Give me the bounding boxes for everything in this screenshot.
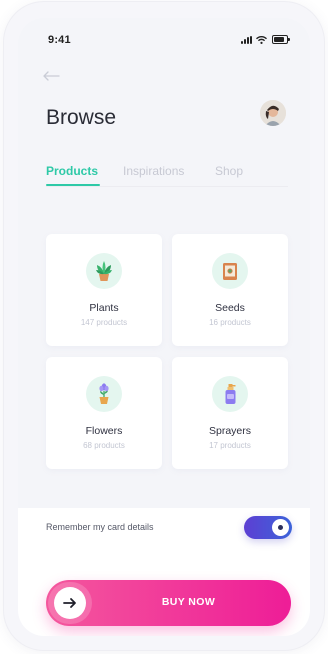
- status-time: 9:41: [48, 34, 71, 46]
- category-card-seeds[interactable]: Seeds 16 products: [172, 234, 288, 346]
- avatar[interactable]: [260, 100, 286, 126]
- seed-packet-icon: [212, 253, 248, 289]
- battery-icon: [272, 35, 290, 44]
- tab-products[interactable]: Products: [46, 164, 98, 178]
- buy-now-label: BUY NOW: [161, 596, 216, 608]
- wifi-icon: [256, 35, 267, 44]
- active-tab-indicator: [46, 184, 100, 186]
- potted-plant-icon: [86, 253, 122, 289]
- category-card-sprayers[interactable]: Sprayers 17 products: [172, 357, 288, 469]
- arrow-right-icon: [63, 598, 76, 608]
- buy-now-button[interactable]: BUY NOW: [46, 580, 291, 626]
- category-count: 147 products: [80, 318, 128, 327]
- category-count: 17 products: [209, 441, 251, 450]
- signal-icon: [241, 35, 252, 44]
- category-tabs: Products Inspirations Shop: [46, 162, 288, 187]
- category-card-flowers[interactable]: Flowers 68 products: [46, 357, 162, 469]
- back-arrow-icon[interactable]: [42, 68, 60, 82]
- toggle-knob: [272, 519, 289, 536]
- flower-pot-icon: [86, 376, 122, 412]
- category-name: Flowers: [85, 425, 123, 437]
- page-title: Browse: [46, 106, 117, 129]
- category-name: Plants: [89, 302, 119, 314]
- category-count: 68 products: [83, 441, 125, 450]
- category-name: Sprayers: [208, 425, 251, 437]
- app-screen: 9:41 Browse Products Inspirations Shop P…: [18, 18, 310, 636]
- remember-card-label: Remember my card details: [46, 522, 154, 532]
- spray-bottle-icon: [212, 376, 248, 412]
- status-icons: [241, 35, 290, 44]
- category-card-plants[interactable]: Plants 147 products: [46, 234, 162, 346]
- checkout-panel: Remember my card details BUY NOW: [18, 508, 310, 636]
- phone-frame: 9:41 Browse Products Inspirations Shop P…: [4, 2, 324, 650]
- remember-card-toggle[interactable]: [244, 516, 292, 539]
- tab-shop[interactable]: Shop: [215, 164, 243, 178]
- category-count: 16 products: [209, 318, 251, 327]
- tab-inspirations[interactable]: Inspirations: [123, 164, 184, 178]
- category-name: Seeds: [215, 302, 245, 314]
- slide-handle[interactable]: [54, 587, 86, 619]
